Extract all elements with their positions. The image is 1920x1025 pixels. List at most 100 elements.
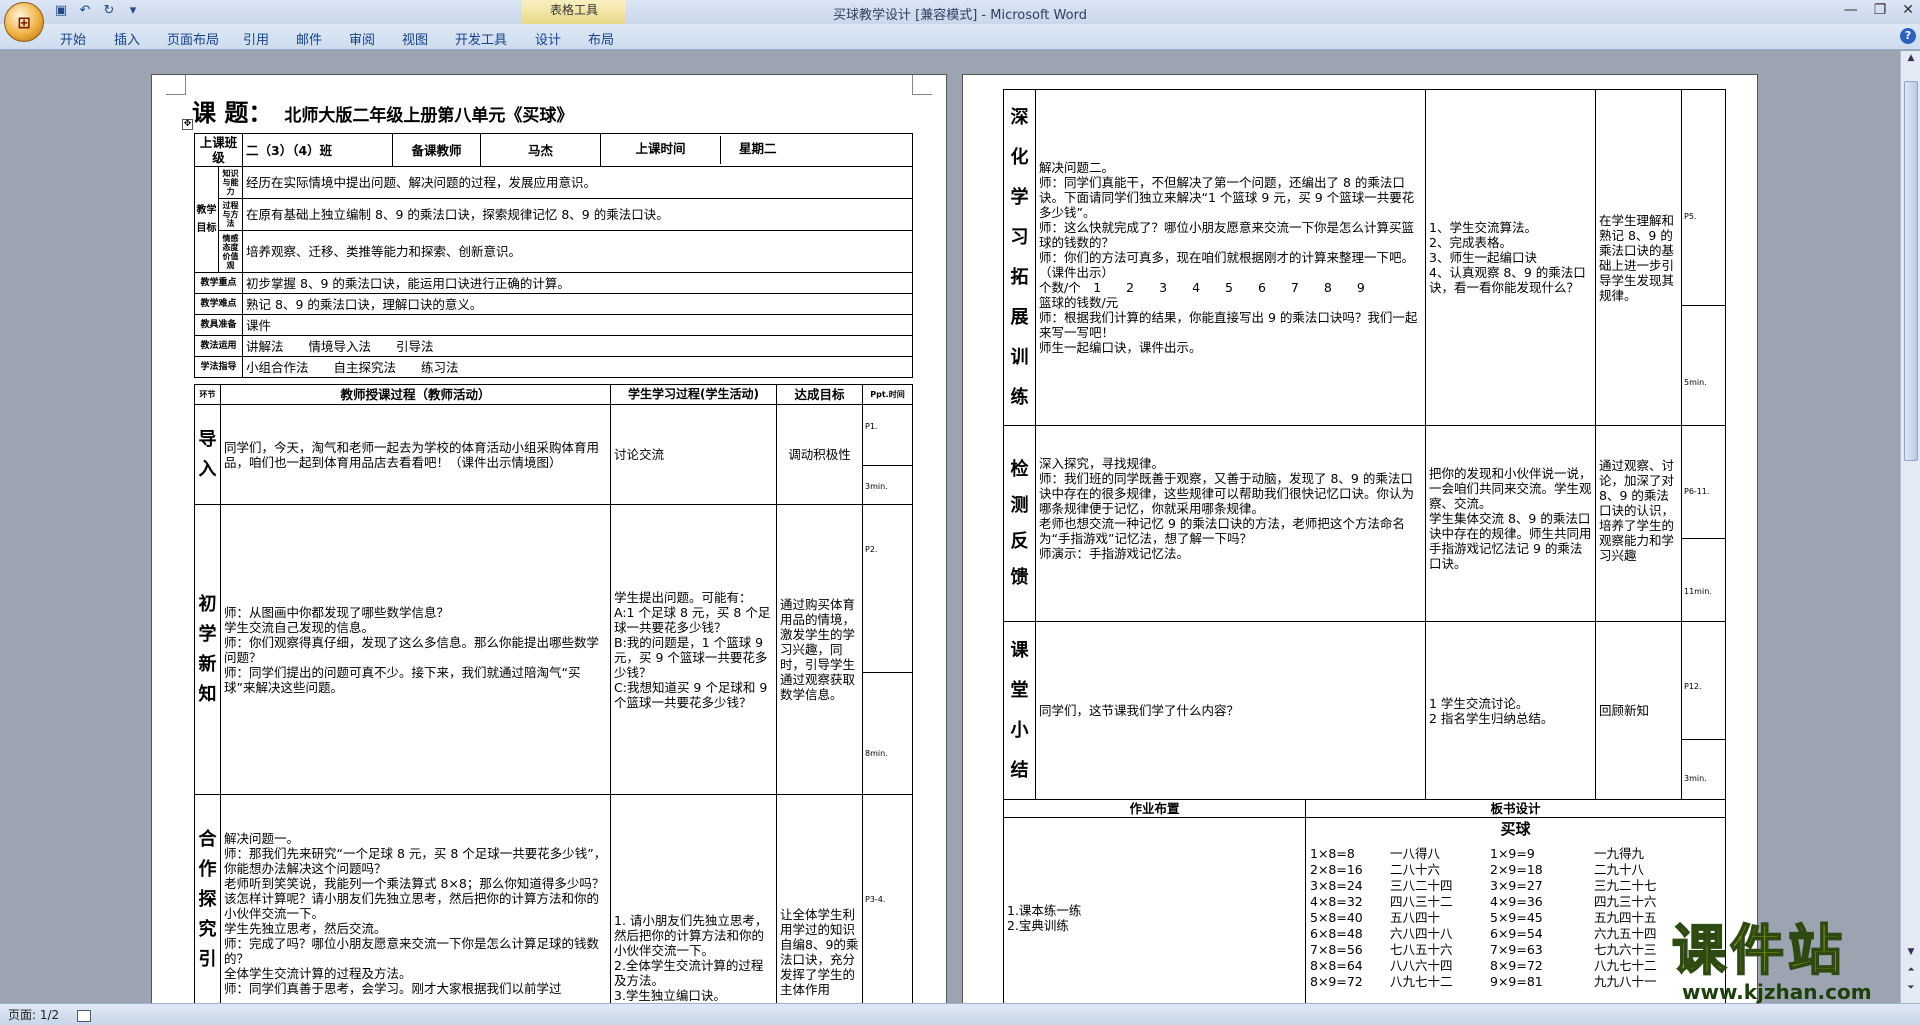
office-button[interactable]: ⊞ (4, 2, 44, 42)
meta-label: 教具准备 (193, 314, 244, 336)
board-rhyme: 八八六十四 (1390, 958, 1453, 973)
student-activity: 把你的发现和小伙伴说一说，一会咱们共同来交流。学生观察、交流。 学生集体交流 8… (1425, 425, 1596, 622)
student-header: 学生学习过程(学生活动) (610, 384, 777, 405)
status-bar: 页面: 1/2 (0, 1003, 1920, 1025)
tab-review[interactable]: 审阅 (349, 29, 375, 48)
tab-insert[interactable]: 插入 (114, 29, 140, 48)
stage-name: 导入 (194, 404, 221, 505)
class-value: 二（3）（4）班 (242, 133, 394, 167)
board-rhyme: 八九七十二 (1390, 974, 1453, 989)
board-rhyme: 四九三十六 (1594, 894, 1657, 909)
stage-goal: 回顾新知 (1595, 621, 1682, 800)
meta-text: 课件 (242, 314, 914, 336)
board-col-eight-rhyme: 一八得八 二八十六 三八二十四 四八三十二 五八四十 六八四十八 七八五十六 八… (1390, 846, 1490, 990)
board-eq: 3×9=27 (1490, 878, 1543, 893)
goal-text: 在原有基础上独立编制 8、9 的乘法口诀，探索规律记忆 8、9 的乘法口诀。 (242, 198, 914, 231)
goal-sub-label: 过程与方法 (217, 198, 244, 231)
table-move-handle-icon[interactable]: ✥ (182, 119, 193, 130)
page-indicator[interactable]: 页面: 1/2 (8, 1008, 59, 1022)
crop-mark (166, 75, 186, 95)
proofing-icon[interactable] (77, 1009, 91, 1022)
title-text: 北师大版二年级上册第八单元《买球》 (284, 106, 574, 126)
watermark-url: www.kjzhan.com (1682, 980, 1872, 1004)
time-header: Ppt.时间 (862, 384, 913, 405)
board-eq: 8×9=72 (1490, 958, 1543, 973)
teacher-activity: 同学们，这节课我们学了什么内容？ (1035, 621, 1426, 800)
tab-page-layout[interactable]: 页面布局 (167, 29, 219, 48)
board-eq: 8×9=72 (1310, 974, 1363, 989)
prev-page-icon[interactable]: ⏶ (1904, 965, 1918, 979)
board-rhyme: 四八三十二 (1390, 894, 1453, 909)
student-activity: 1 学生交流讨论。 2 指名学生归纳总结。 (1425, 621, 1596, 800)
watermark-brand: 课件站 (1671, 919, 1846, 982)
tab-table-design[interactable]: 设计 (535, 29, 561, 48)
tab-view[interactable]: 视图 (402, 29, 428, 48)
teacher-activity: 深入探究，寻找规律。 师：我们班的同学既善于观察，又善于动脑，发现了 8、9 的… (1035, 425, 1426, 622)
time-label: 3min. (865, 481, 888, 491)
homework-items: 1.课本练一练 2.宝典训练 (1003, 817, 1306, 1018)
board-col-eight-eq: 1×8=8 2×8=16 3×8=24 4×8=32 5×8=40 6×8=48… (1310, 846, 1390, 990)
goal-header: 达成目标 (776, 384, 863, 405)
time-label: 5min. (1684, 377, 1707, 387)
board-eq: 5×9=45 (1490, 910, 1543, 925)
meta-text: 讲解法 情境导入法 引导法 (242, 335, 914, 357)
tab-developer[interactable]: 开发工具 (455, 29, 507, 48)
close-icon[interactable]: ✕ (1902, 2, 1914, 18)
meta-label: 教学难点 (193, 293, 244, 315)
stage-name: 检测反馈 (1003, 425, 1036, 622)
stage-goal: 通过购买体育用品的情境，激发学生的学习兴趣，同时，引导学生通过观察获取数学信息。 (776, 504, 863, 795)
scroll-down-icon[interactable]: ▼ (1904, 947, 1918, 961)
stage-goal: 在学生理解和熟记 8、9 的乘法口诀的基础上进一步引导学生发现其规律。 (1595, 89, 1682, 426)
board-eq: 6×8=48 (1310, 926, 1363, 941)
restore-icon[interactable]: ❐ (1874, 2, 1887, 18)
scroll-up-icon[interactable]: ▲ (1904, 53, 1918, 67)
teacher-header: 教师授课过程（教师活动） (220, 384, 611, 405)
meta-text: 熟记 8、9 的乘法口诀，理解口诀的意义。 (242, 293, 914, 315)
vertical-scrollbar[interactable]: ▲ ▼ ⏶ ⏷ (1900, 51, 1920, 1003)
scrollbar-thumb[interactable] (1904, 81, 1918, 461)
stage-name: 合作探究引 (194, 794, 221, 1005)
tab-mailings[interactable]: 邮件 (296, 29, 322, 48)
ribbon-tab-bar: 开始 插入 页面布局 引用 邮件 审阅 视图 开发工具 设计 布局 ? (0, 24, 1920, 50)
help-icon[interactable]: ? (1900, 28, 1916, 44)
board-eq: 8×8=64 (1310, 958, 1363, 973)
teacher-activity: 解决问题二。 师：同学们真能干，不但解决了第一个问题，还编出了 8 的乘法口诀。… (1035, 89, 1426, 426)
teacher-label: 备课教师 (392, 133, 482, 167)
board-eq: 7×8=56 (1310, 942, 1363, 957)
next-page-icon[interactable]: ⏷ (1904, 983, 1918, 997)
board-eq: 2×8=16 (1310, 862, 1363, 877)
ppt-label: P6-11. (1682, 449, 1725, 539)
board-eq: 7×9=63 (1490, 942, 1543, 957)
teacher-value: 马杰 (480, 133, 602, 167)
process-table-p2: 深化学习拓展训练 解决问题二。 师：同学们真能干，不但解决了第一个问题，还编出了… (1003, 89, 1726, 800)
tab-table-layout[interactable]: 布局 (588, 29, 614, 48)
minimize-icon[interactable]: — (1844, 2, 1858, 18)
ppt-time-cell: P2. 8min. (862, 504, 913, 795)
board-rhyme: 一八得八 (1390, 846, 1441, 861)
info-table: 上课班级 二（3）（4）班 备课教师 马杰 上课时间 星期二 教学目标 知识与能… (193, 133, 914, 378)
page-2: 深化学习拓展训练 解决问题二。 师：同学们真能干，不但解决了第一个问题，还编出了… (962, 74, 1758, 1018)
crop-mark (912, 75, 932, 95)
summary-table: 作业布置 板书设计 1.课本练一练 2.宝典训练 买球 1×8=8 2×8=16… (1003, 799, 1726, 1018)
board-rhyme: 三八二十四 (1390, 878, 1453, 893)
homework-label: 作业布置 (1003, 799, 1306, 818)
goals-group-label: 教学目标 (194, 166, 219, 273)
board-eq: 1×8=8 (1310, 846, 1355, 861)
time-label: 11min. (1684, 586, 1712, 596)
ppt-time-cell: P1. 3min. (862, 404, 913, 505)
board-col-nine-eq: 1×9=9 2×9=18 3×9=27 4×9=36 5×9=45 6×9=54… (1490, 846, 1594, 990)
time-label: 3min. (1684, 773, 1707, 783)
student-activity: 1、学生交流算法。 2、完成表格。 3、师生一起编口诀 4、认真观察 8、9 的… (1425, 89, 1596, 426)
board-eq: 1×9=9 (1490, 846, 1535, 861)
ppt-label: P12. (1682, 636, 1725, 740)
meta-label: 教学重点 (193, 272, 244, 294)
ppt-time-cell: P6-11. 11min. (1681, 425, 1726, 622)
board-rhyme: 二九十八 (1594, 862, 1645, 877)
ppt-label: P2. (863, 539, 912, 673)
board-table: 1×8=8 2×8=16 3×8=24 4×8=32 5×8=40 6×8=48… (1310, 846, 1721, 990)
tab-references[interactable]: 引用 (243, 29, 269, 48)
tab-home[interactable]: 开始 (60, 29, 86, 48)
title-bar: ▣ ↶ ↻ ▾ 表格工具 买球教学设计 [兼容模式] - Microsoft W… (0, 0, 1920, 24)
board-eq: 9×9=81 (1490, 974, 1543, 989)
student-activity: 1. 请小朋友们先独立思考，然后把你的计算方法和你的小伙伴交流一下。 2.全体学… (610, 794, 777, 1005)
